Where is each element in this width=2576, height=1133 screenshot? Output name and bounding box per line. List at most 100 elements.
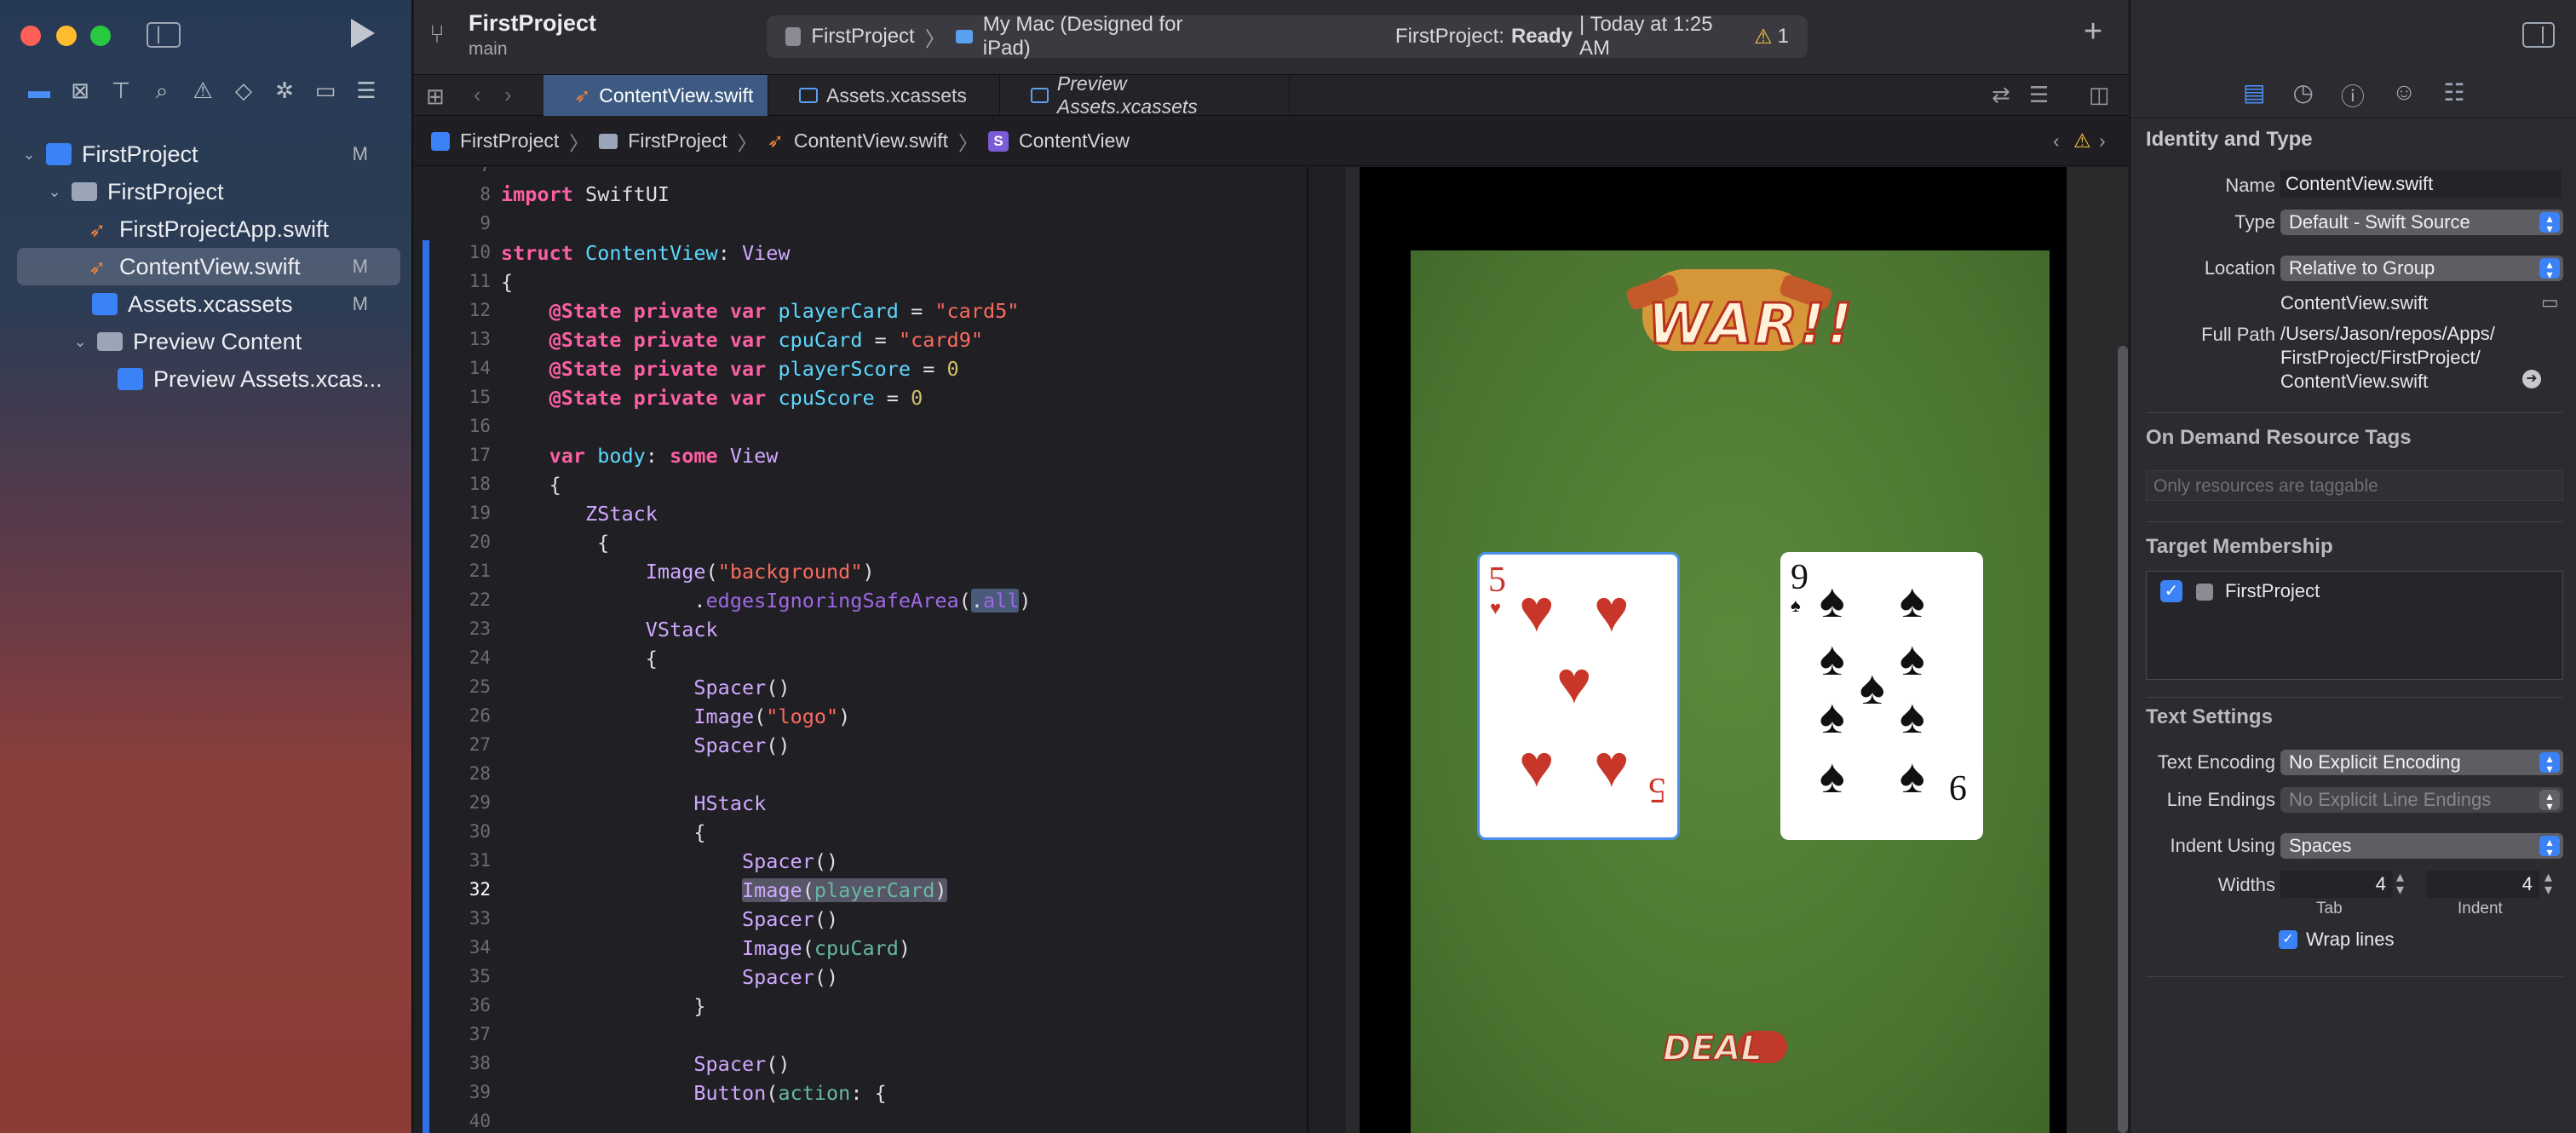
report-navigator-icon[interactable]: ☰ xyxy=(354,78,378,102)
chevron-updown-icon: ▴ ▾ xyxy=(2539,212,2560,234)
attributes-inspector-icon[interactable]: ☷ xyxy=(2444,78,2465,112)
xcode-project-icon xyxy=(46,143,72,165)
file-inspector-icon[interactable]: ▤ xyxy=(2243,78,2265,112)
add-library-icon[interactable]: + xyxy=(2084,14,2102,50)
tab-assets[interactable]: Assets.xcassets xyxy=(768,75,1000,116)
toggle-inspector-icon[interactable] xyxy=(2522,22,2555,48)
tab-width-field[interactable]: 4 xyxy=(2280,871,2393,898)
destination-selector[interactable]: My Mac (Designed for iPad) xyxy=(983,13,1194,60)
grid-icon[interactable]: ⊞ xyxy=(426,83,445,110)
folder-icon[interactable]: ▭ xyxy=(2541,291,2559,313)
spade-icon: ♠ xyxy=(1791,595,1801,616)
target-checkbox[interactable]: ✓ xyxy=(2160,580,2182,602)
issue-navigator-icon[interactable]: ⚠ xyxy=(191,78,215,102)
tree-item-file-selected[interactable]: ➶ ContentView.swift M xyxy=(17,248,400,285)
line-number: 20 xyxy=(469,532,491,552)
swap-icon[interactable]: ⇄ xyxy=(1992,82,2010,108)
wrap-lines-checkbox[interactable]: ✓ xyxy=(2279,930,2297,949)
encoding-popup[interactable]: No Explicit Encoding ▴ ▾ xyxy=(2280,750,2563,775)
type-popup[interactable]: Default - Swift Source ▴ ▾ xyxy=(2280,210,2563,235)
tree-item-file[interactable]: ➶ FirstProjectApp.swift xyxy=(17,210,400,248)
jumpbar-item[interactable]: FirstProject xyxy=(628,129,727,152)
indent-stepper[interactable]: ▴ ▾ xyxy=(2544,869,2552,897)
name-field[interactable]: ContentView.swift xyxy=(2280,170,2562,198)
warning-icon[interactable]: ⚠ xyxy=(1754,25,1773,49)
canvas-scrollbar[interactable] xyxy=(2118,346,2128,1133)
chevron-down-icon[interactable]: ⌄ xyxy=(46,183,63,201)
indent-popup[interactable]: Spaces ▴ ▾ xyxy=(2280,833,2563,859)
activity-view[interactable]: FirstProject 〉 My Mac (Designed for iPad… xyxy=(767,13,1808,60)
widths-label: Widths xyxy=(2217,874,2275,895)
test-navigator-icon[interactable]: ◇ xyxy=(232,78,256,102)
line-number: 19 xyxy=(469,503,491,523)
reveal-arrow-icon[interactable]: ➜ xyxy=(2522,370,2541,388)
odr-tags-field: Only resources are taggable xyxy=(2146,470,2563,501)
source-control-navigator-icon[interactable]: ⊠ xyxy=(68,78,92,102)
close-window-button[interactable] xyxy=(20,26,41,46)
tree-item-label: FirstProjectApp.swift xyxy=(119,216,330,242)
indent-width-field[interactable]: 4 xyxy=(2427,871,2539,898)
previous-issue-icon[interactable]: ‹ xyxy=(2053,129,2060,152)
deal-text: DEAL xyxy=(1662,1028,1763,1069)
game-background: WAR!! 5 ♥ ♥ ♥ ♥ ♥ ♥ 5 9 ♠ ♠ ♠ ♠ ♠ ♠ ♠ ♠ … xyxy=(1411,250,2050,1133)
symbol-navigator-icon[interactable]: ⊤ xyxy=(109,78,133,102)
tree-item-group[interactable]: ⌄ FirstProject xyxy=(17,173,400,210)
run-icon[interactable] xyxy=(351,19,375,48)
tab-stepper[interactable]: ▴ ▾ xyxy=(2396,869,2404,897)
inspector-panel: ▤ ◷ ⓘ ☺ ☷ Identity and Type Name Content… xyxy=(2130,0,2576,1133)
tree-item-project[interactable]: ⌄ FirstProject M xyxy=(17,135,400,173)
line-number: 40 xyxy=(469,1111,491,1131)
code-line: { xyxy=(501,270,514,294)
line-endings-popup: No Explicit Line Endings ▴ ▾ xyxy=(2280,787,2563,813)
spade-icon: ♠ xyxy=(1820,689,1845,743)
fullpath-line: FirstProject/FirstProject/ xyxy=(2280,347,2481,368)
code-line: Image("background") xyxy=(645,560,875,584)
tree-item-label: ContentView.swift xyxy=(119,253,301,279)
scheme-selector[interactable]: FirstProject xyxy=(811,25,914,49)
source-editor[interactable]: 7 8 9 10 11 12 13 14 15 16 17 18 19 20 21 22 23 24 25 26 27 2… xyxy=(414,167,1308,1133)
spade-icon: ♠ xyxy=(1860,660,1885,714)
jumpbar-item[interactable]: ContentView.swift xyxy=(794,129,948,152)
tree-item-label: Assets.xcassets xyxy=(128,290,293,317)
code-line: Spacer() xyxy=(693,1052,791,1076)
project-navigator-icon[interactable]: ▬ xyxy=(27,78,51,102)
history-inspector-icon[interactable]: ◷ xyxy=(2292,78,2313,112)
editor-options-icon[interactable]: ☰ xyxy=(2029,82,2049,108)
heart-icon: ♥ xyxy=(1519,733,1555,799)
split-editor-icon[interactable]: ◫ xyxy=(2089,82,2110,108)
next-issue-icon[interactable]: › xyxy=(2099,129,2106,152)
jumpbar-item[interactable]: FirstProject xyxy=(460,129,559,152)
toggle-navigator-icon[interactable] xyxy=(147,22,181,48)
spade-icon: ♠ xyxy=(1900,689,1925,743)
tab-sublabel: Tab xyxy=(2316,900,2343,917)
tree-item-assets[interactable]: Assets.xcassets M xyxy=(17,285,400,323)
forward-chevron-icon[interactable]: › xyxy=(504,82,512,108)
tree-item-group[interactable]: ⌄ Preview Content xyxy=(17,323,400,360)
breakpoint-navigator-icon[interactable]: ▭ xyxy=(313,78,337,102)
accessibility-inspector-icon[interactable]: ☺ xyxy=(2392,78,2417,112)
logo-text: WAR!! xyxy=(1647,290,1854,359)
debug-navigator-icon[interactable]: ✲ xyxy=(273,78,296,102)
tab-label: Assets.xcassets xyxy=(826,83,967,106)
card-rank: 9 xyxy=(1791,558,1808,597)
card-rank-inverted: 5 xyxy=(1648,770,1666,809)
tab-preview-assets[interactable]: Preview Assets.xcassets xyxy=(1000,72,1290,118)
back-chevron-icon[interactable]: ‹ xyxy=(474,82,481,108)
heart-icon: ♥ xyxy=(1519,578,1555,644)
warning-icon[interactable]: ⚠ xyxy=(2073,129,2091,152)
chevron-down-icon[interactable]: ⌄ xyxy=(20,146,37,164)
code-line: { xyxy=(501,820,706,844)
help-inspector-icon[interactable]: ⓘ xyxy=(2341,78,2365,112)
asset-catalog-icon xyxy=(92,293,118,315)
tree-item-assets[interactable]: Preview Assets.xcas... xyxy=(17,360,400,398)
jumpbar-item[interactable]: ContentView xyxy=(1019,129,1130,152)
asset-catalog-icon xyxy=(118,368,143,390)
deal-button[interactable]: DEAL xyxy=(1662,1027,1799,1080)
tab-contentview[interactable]: ➶ ContentView.swift xyxy=(543,75,768,116)
zoom-window-button[interactable] xyxy=(90,26,111,46)
find-navigator-icon[interactable]: ⌕ xyxy=(150,78,174,102)
chevron-down-icon[interactable]: ⌄ xyxy=(72,333,89,351)
line-endings-label: Line Endings xyxy=(2166,789,2275,810)
minimize-window-button[interactable] xyxy=(56,26,77,46)
location-popup[interactable]: Relative to Group ▴ ▾ xyxy=(2280,256,2563,281)
